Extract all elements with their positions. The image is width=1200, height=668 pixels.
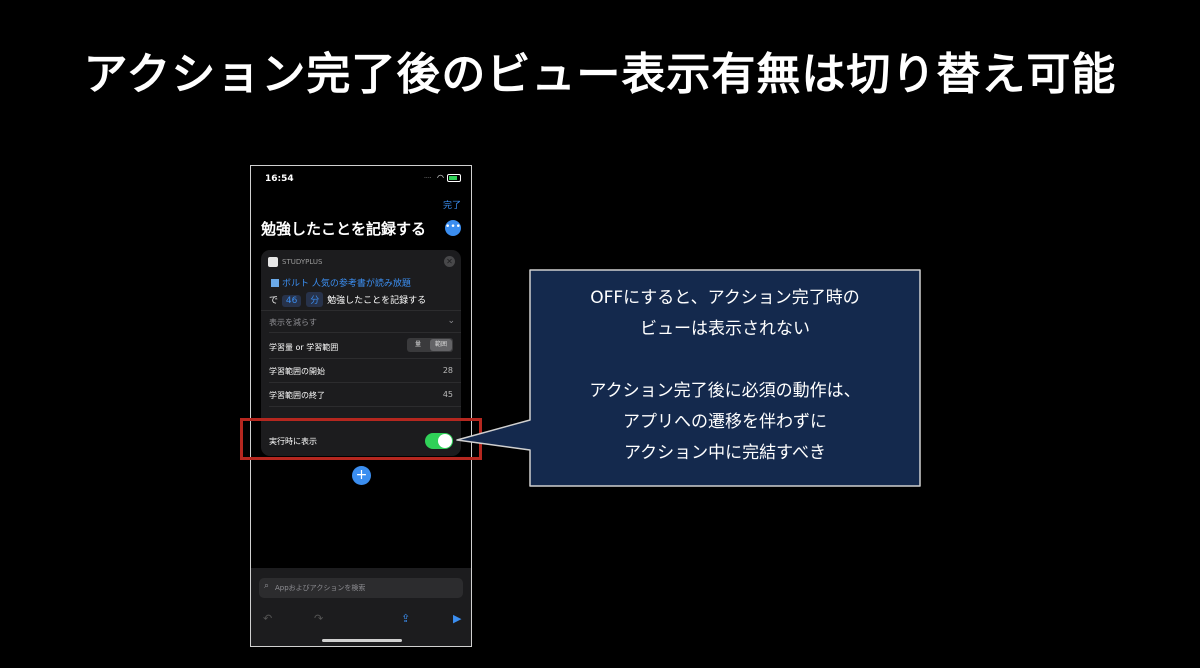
callout-line: アクション完了後に必須の動作は、 <box>589 381 861 401</box>
callout-line: アクション中に完結すべき <box>624 443 826 463</box>
callout-line: ビューは表示されない <box>640 319 810 339</box>
callout-line: アプリへの遷移を伴わずに <box>623 412 827 432</box>
callout-text: OFFにすると、アクション完了時の ビューは表示されない アクション完了後に必須… <box>530 283 920 469</box>
callout-line: OFFにすると、アクション完了時の <box>590 288 860 308</box>
